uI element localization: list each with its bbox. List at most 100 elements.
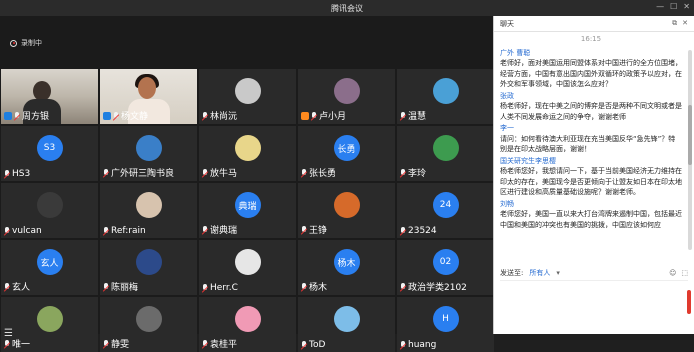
participant-name-row: HS3 (4, 169, 30, 179)
participant-tile[interactable]: Hhuang (397, 297, 494, 352)
mic-muted-icon (400, 168, 406, 177)
participant-name-row: 王铮 (301, 223, 327, 236)
title-bar: 腾讯会议 — ☐ ✕ (0, 0, 694, 16)
participant-tile[interactable]: 典瑞 谢典瑞 (199, 183, 296, 238)
participant-name-row: vulcan (4, 226, 42, 236)
participant-avatar (432, 78, 459, 104)
participant-tile[interactable]: 周方银 (1, 69, 98, 124)
participant-tile[interactable]: 袁桂平 (199, 297, 296, 352)
participant-avatar: 24 (432, 192, 459, 218)
participant-tile[interactable]: ToD (298, 297, 395, 352)
participant-avatar: H (432, 306, 459, 332)
participant-tile[interactable]: 放牛马 (199, 126, 296, 181)
minimize-icon[interactable]: — (656, 2, 664, 11)
send-label: 发送至: (500, 269, 524, 277)
mic-muted-icon (400, 227, 406, 235)
video-area: 录制中 周方银 杨文静 林尚沅 卢小月 温慧 S3 HS3 广外研三陶书良 放牛马 长勇 张长勇 李玲… (0, 16, 494, 352)
chat-sender: 广外 曹聪 (500, 48, 531, 57)
chat-input[interactable] (500, 280, 688, 330)
participant-name: 陈丽梅 (111, 283, 139, 293)
participant-name: huang (408, 340, 437, 350)
mic-muted-icon (4, 227, 10, 235)
participant-name-row: 周方银 (4, 109, 49, 122)
participant-name: 袁桂平 (210, 340, 238, 350)
mic-muted-icon (103, 227, 109, 235)
close-icon[interactable]: ✕ (683, 2, 690, 11)
participant-tile[interactable]: 林尚沅 (199, 69, 296, 124)
chevron-down-icon[interactable]: ▾ (556, 269, 560, 277)
chat-message: 老师您好，美国一直以来大打台湾牌来遏制中国，包括最近中国和美国的冲突也有美国的挑… (500, 210, 682, 229)
participant-avatar: 玄人 (36, 249, 63, 275)
participant-tile[interactable]: vulcan (1, 183, 98, 238)
mic-muted-icon (103, 282, 109, 291)
participant-tile[interactable]: 广外研三陶书良 (100, 126, 197, 181)
chat-message-list: 广外 曹聪老师好，面对美国运用同盟体系对中国进行的全方位围堵，经营方面，中国有意… (500, 48, 682, 231)
participant-name: 林尚沅 (210, 112, 238, 122)
participant-avatar (234, 249, 261, 275)
participant-name-row: 杨文静 (103, 109, 148, 122)
popout-icon[interactable]: ⧉ (672, 19, 677, 28)
close-chat-icon[interactable]: ✕ (682, 19, 688, 28)
chat-title: 聊天 (500, 19, 514, 28)
participant-name-row: 袁桂平 (202, 337, 237, 350)
participant-name: 张长勇 (309, 169, 337, 179)
chat-message: 老师好，面对美国运用同盟体系对中国进行的全方位围堵，经营方面，中国有意出国内国外… (500, 59, 682, 88)
participant-tile[interactable]: 玄人 玄人 (1, 240, 98, 295)
mic-muted-icon (103, 168, 109, 177)
host-icon (103, 111, 111, 120)
participant-tile[interactable]: 陈丽梅 (100, 240, 197, 295)
participant-name: 卢小月 (319, 112, 347, 122)
participant-tile[interactable]: S3 HS3 (1, 126, 98, 181)
chat-scrollbar[interactable] (688, 50, 692, 250)
chat-sender: 李一 (500, 124, 514, 132)
participant-tile[interactable]: 24 23524 (397, 183, 494, 238)
chat-sender: 张政 (500, 91, 514, 100)
window-title: 腾讯会议 (331, 3, 363, 13)
participant-name-row: 广外研三陶书良 (103, 166, 174, 179)
participant-name: Herr.C (210, 283, 238, 293)
participant-name-row: ToD (301, 340, 325, 350)
send-target-select[interactable]: 所有人 (529, 268, 550, 278)
participant-avatar (234, 135, 261, 161)
mic-muted-icon (400, 111, 406, 120)
participant-tile[interactable]: 02 政治学类2102 (397, 240, 494, 295)
participant-name-row: 陈丽梅 (103, 280, 138, 293)
participant-name: 李玲 (408, 169, 427, 179)
screenshot-icon[interactable]: ⬚ (681, 269, 688, 277)
mic-muted-icon (202, 284, 208, 292)
participant-tile[interactable]: 静雯 (100, 297, 197, 352)
participant-tile[interactable]: Ref:rain (100, 183, 197, 238)
meeting-app: 腾讯会议 — ☐ ✕ 录制中 周方银 杨文静 林尚沅 卢小月 温慧 S3 HS3 广外研三陶书… (0, 0, 694, 352)
participant-name-row: 谢典瑞 (202, 223, 237, 236)
chat-message: 请问：如何看待澳大利亚现在充当美国反华“急先锋”？特别是在印太战略层面，谢谢！ (500, 134, 676, 154)
chat-message: 杨老师好，现在中美之间的博弈是否是两种不同文明或者是人类不同发展命运之间的争夺，… (500, 102, 682, 121)
participant-tile[interactable]: Herr.C (199, 240, 296, 295)
participant-name-row: 杨木 (301, 280, 327, 293)
participant-tile[interactable]: 李玲 (397, 126, 494, 181)
participant-name: 周方银 (22, 112, 50, 122)
participant-avatar (234, 306, 261, 332)
window-controls: — ☐ ✕ (656, 2, 690, 11)
participant-avatar (36, 192, 63, 218)
more-menu-icon[interactable]: ☰ (4, 328, 26, 344)
participant-tile[interactable]: 卢小月 (298, 69, 395, 124)
chat-header-icons: ⧉ ✕ (672, 19, 688, 28)
participant-name: HS3 (12, 169, 31, 179)
emoji-icon[interactable]: ☺ (669, 269, 676, 277)
participant-name-row: Herr.C (202, 283, 238, 293)
participant-tile[interactable]: 杨文静 (100, 69, 197, 124)
chat-timestamp: 16:15 (580, 35, 602, 43)
participant-avatar: 02 (432, 249, 459, 275)
participant-tile[interactable]: 王铮 (298, 183, 395, 238)
participant-tile[interactable]: 杨木 杨木 (298, 240, 395, 295)
participant-name: 温慧 (408, 112, 427, 122)
maximize-icon[interactable]: ☐ (670, 2, 677, 11)
participant-name-row: 温慧 (400, 109, 426, 122)
participant-tile[interactable]: 长勇张长勇 (298, 126, 395, 181)
participant-avatar: 长勇 (333, 135, 360, 161)
participant-name: Ref:rain (111, 226, 146, 236)
participant-name: vulcan (12, 226, 42, 236)
participant-tile[interactable]: 温慧 (397, 69, 494, 124)
recording-icon (10, 39, 17, 47)
participant-avatar: 杨木 (333, 249, 360, 275)
